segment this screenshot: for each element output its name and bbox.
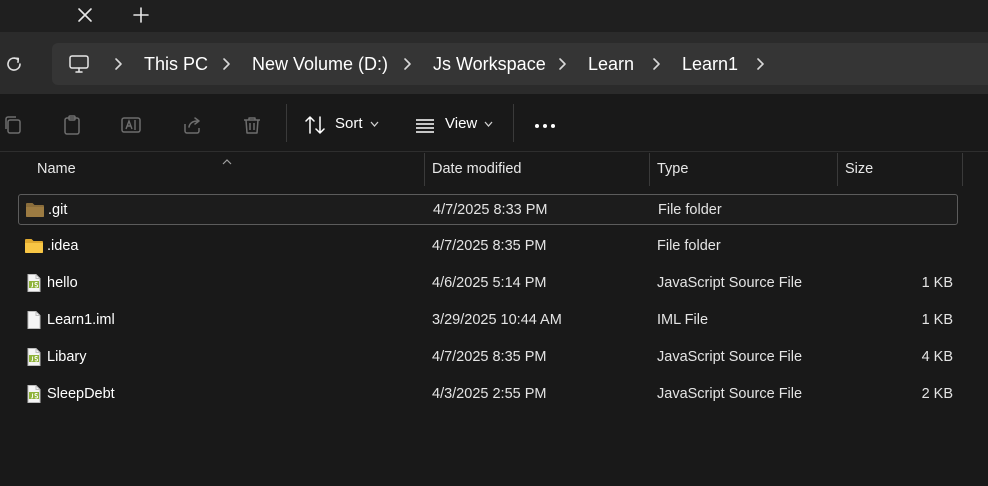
breadcrumb-this-pc[interactable]: This PC [144, 53, 208, 75]
toolbar-divider [513, 104, 514, 142]
more-options-icon[interactable] [533, 114, 557, 138]
file-name: SleepDebt [47, 386, 115, 402]
refresh-icon[interactable] [4, 54, 24, 74]
file-row[interactable]: SleepDebt 4/3/2025 2:55 PM JavaScript So… [18, 379, 958, 410]
column-type[interactable]: Type [657, 153, 688, 186]
file-name: Libary [47, 349, 87, 365]
chevron-right-icon[interactable] [220, 56, 232, 72]
chevron-right-icon[interactable] [112, 56, 124, 72]
computer-icon[interactable] [68, 53, 90, 75]
address-row: This PC New Volume (D:) Js Workspace Lea… [0, 32, 988, 94]
folder-icon [25, 201, 45, 219]
file-row[interactable]: hello 4/6/2025 5:14 PM JavaScript Source… [18, 268, 958, 299]
file-type: File folder [658, 202, 722, 218]
file-date: 3/29/2025 10:44 AM [432, 312, 562, 328]
file-date: 4/3/2025 2:55 PM [432, 386, 547, 402]
chevron-down-icon [370, 121, 379, 127]
rename-icon[interactable] [120, 114, 142, 136]
file-date: 4/7/2025 8:35 PM [432, 238, 547, 254]
tab-bar [0, 0, 988, 32]
column-divider[interactable] [962, 153, 963, 186]
chevron-down-icon [484, 121, 493, 127]
file-name: hello [47, 275, 78, 291]
column-divider[interactable] [837, 153, 838, 186]
command-toolbar: Sort View [0, 94, 988, 152]
file-name: .git [48, 202, 68, 218]
file-row[interactable]: Learn1.iml 3/29/2025 10:44 AM IML File 1… [18, 305, 958, 336]
chevron-right-icon[interactable] [650, 56, 662, 72]
paste-icon[interactable] [61, 114, 83, 136]
file-date: 4/6/2025 5:14 PM [432, 275, 547, 291]
toolbar-divider [286, 104, 287, 142]
file-name: .idea [47, 238, 79, 254]
js-file-icon [24, 385, 44, 403]
sort-ascending-icon [221, 153, 233, 165]
sort-button[interactable]: Sort [304, 110, 386, 138]
file-size: 2 KB [921, 386, 953, 402]
column-header: Name Date modified Type Size [0, 153, 988, 186]
view-list-icon [416, 119, 434, 133]
file-size: 4 KB [921, 349, 953, 365]
file-type: IML File [657, 312, 709, 328]
breadcrumb-learn1[interactable]: Learn1 [682, 53, 738, 75]
column-size[interactable]: Size [845, 153, 873, 186]
column-divider[interactable] [649, 153, 650, 186]
file-date: 4/7/2025 8:35 PM [432, 349, 547, 365]
js-file-icon [24, 274, 44, 292]
view-button[interactable]: View [414, 110, 498, 138]
breadcrumb-js-workspace[interactable]: Js Workspace [433, 53, 546, 75]
chevron-right-icon[interactable] [556, 56, 568, 72]
breadcrumb-new-volume[interactable]: New Volume (D:) [252, 53, 388, 75]
file-date: 4/7/2025 8:33 PM [433, 202, 548, 218]
column-name[interactable]: Name [37, 153, 76, 186]
file-icon [24, 311, 44, 329]
file-type: JavaScript Source File [657, 275, 803, 291]
column-divider[interactable] [424, 153, 425, 186]
file-type: File folder [657, 238, 721, 254]
chevron-right-icon[interactable] [754, 56, 766, 72]
file-type: JavaScript Source File [657, 386, 803, 402]
view-label: View [445, 115, 478, 132]
address-bar[interactable]: This PC New Volume (D:) Js Workspace Lea… [52, 43, 988, 85]
new-tab-icon[interactable] [128, 2, 154, 28]
breadcrumb-learn[interactable]: Learn [588, 53, 634, 75]
file-size: 1 KB [921, 275, 953, 291]
delete-icon[interactable] [241, 114, 263, 136]
sort-label: Sort [335, 115, 363, 132]
file-row[interactable]: .git 4/7/2025 8:33 PM File folder [18, 194, 958, 225]
file-row[interactable]: Libary 4/7/2025 8:35 PM JavaScript Sourc… [18, 342, 958, 373]
file-name: Learn1.iml [47, 312, 115, 328]
column-date-modified[interactable]: Date modified [432, 153, 521, 186]
file-size: 1 KB [921, 312, 953, 328]
share-icon[interactable] [181, 114, 203, 136]
copy-icon[interactable] [2, 114, 24, 136]
file-row[interactable]: .idea 4/7/2025 8:35 PM File folder [18, 231, 958, 262]
close-tab-icon[interactable] [72, 2, 98, 28]
js-file-icon [24, 348, 44, 366]
sort-icon [305, 116, 325, 134]
file-type: JavaScript Source File [657, 349, 803, 365]
folder-icon [24, 237, 44, 255]
chevron-right-icon[interactable] [401, 56, 413, 72]
